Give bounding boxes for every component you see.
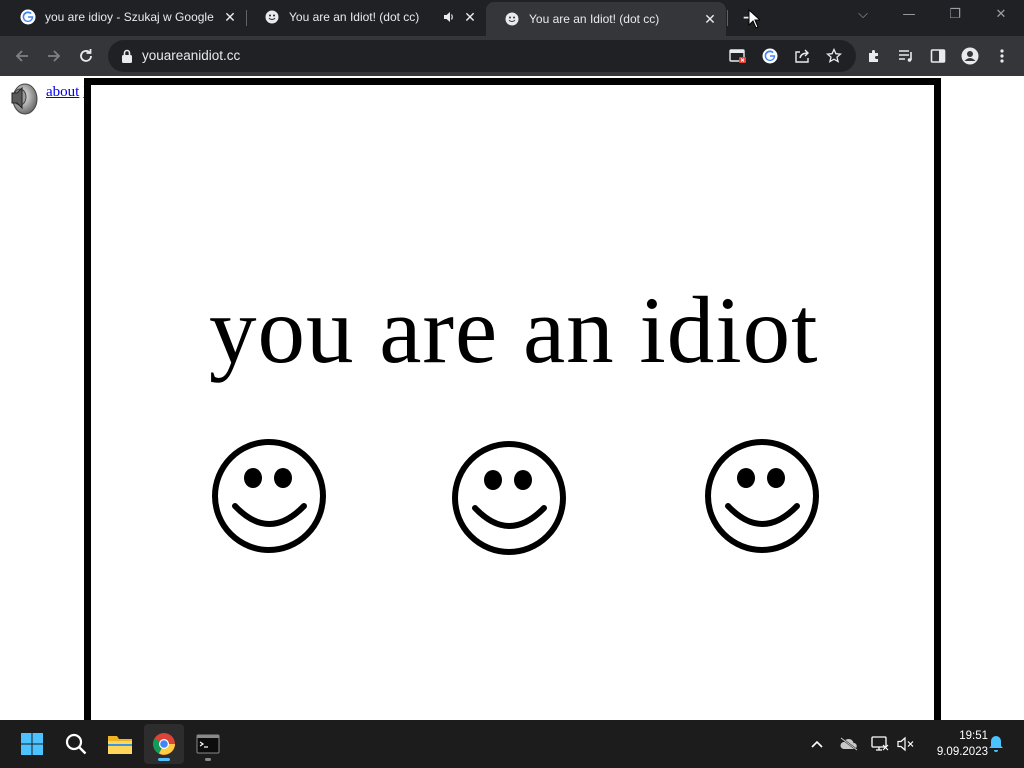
running-app-indicator	[205, 758, 211, 761]
tab-search-button[interactable]: ⌵	[840, 2, 886, 30]
media-control-button[interactable]	[893, 43, 919, 69]
search-icon	[65, 733, 87, 755]
clock-date: 9.09.2023	[936, 746, 988, 758]
notifications-button[interactable]	[986, 734, 1006, 754]
side-panel-icon	[930, 49, 946, 63]
profile-button[interactable]	[957, 43, 983, 69]
page-headline: you are an idiot	[209, 277, 819, 383]
search-button[interactable]	[56, 724, 96, 764]
speaker-icon[interactable]	[6, 82, 40, 116]
tab-title: You are an Idiot! (dot cc)	[529, 12, 660, 26]
file-explorer-icon	[108, 736, 132, 754]
bell-icon	[989, 736, 1003, 752]
arrow-left-icon	[15, 50, 28, 62]
smiley-icon	[504, 11, 520, 27]
cloud-offline-icon	[840, 737, 858, 751]
browser-toolbar: youareanidiot.cc	[0, 36, 1024, 76]
smiley-icon	[452, 441, 566, 555]
about-link[interactable]: about	[46, 84, 79, 100]
side-panel-button[interactable]	[925, 43, 951, 69]
profile-icon	[961, 47, 979, 65]
tray-overflow-button[interactable]	[807, 734, 827, 754]
speaker-icon[interactable]	[442, 10, 456, 24]
terminal-taskbar-button[interactable]	[188, 724, 228, 764]
address-bar[interactable]: youareanidiot.cc	[108, 40, 856, 72]
tab-title: you are idioy - Szukaj w Google	[45, 10, 214, 24]
smiley-icon	[212, 439, 326, 553]
page-viewport: aboutlegacysafe you are an idiot	[0, 76, 1024, 720]
tab-strip: you are idioy - Szukaj w Google ✕ You ar…	[0, 0, 1024, 36]
volume-tray-button[interactable]	[896, 734, 916, 754]
minimize-button[interactable]: —	[886, 2, 932, 30]
volume-muted-icon	[897, 736, 914, 752]
chevron-up-icon	[811, 740, 823, 748]
tab-separator	[727, 10, 728, 26]
back-button[interactable]	[9, 43, 35, 69]
arrow-right-icon	[48, 50, 61, 62]
menu-button[interactable]	[989, 43, 1015, 69]
share-icon[interactable]	[792, 46, 812, 66]
content-frame: you are an idiot	[84, 78, 941, 720]
restore-button[interactable]: ❐	[932, 2, 978, 30]
close-icon[interactable]: ✕	[221, 8, 239, 26]
start-icon	[21, 733, 43, 755]
windows-taskbar: 19:51 9.09.2023	[0, 720, 1024, 768]
chrome-icon	[153, 733, 175, 755]
kebab-menu-icon	[1000, 49, 1004, 63]
close-icon[interactable]: ✕	[461, 8, 479, 26]
puzzle-icon	[869, 50, 878, 62]
smiley-icon	[264, 9, 280, 25]
forward-button[interactable]	[41, 43, 67, 69]
clock-time: 19:51	[959, 730, 988, 742]
chrome-taskbar-button[interactable]	[144, 724, 184, 764]
close-window-button[interactable]: ✕	[978, 2, 1024, 30]
tab-idiot-1[interactable]: You are an Idiot! (dot cc) ✕	[246, 0, 486, 34]
bookmark-star-icon[interactable]	[824, 46, 844, 66]
reload-button[interactable]	[73, 43, 99, 69]
tab-title: You are an Idiot! (dot cc)	[289, 10, 420, 24]
tab-google-search[interactable]: you are idioy - Szukaj w Google ✕	[2, 0, 246, 34]
url-text[interactable]: youareanidiot.cc	[142, 48, 240, 63]
reload-icon	[80, 49, 92, 62]
onedrive-tray-button[interactable]	[839, 734, 859, 754]
terminal-icon	[196, 734, 220, 754]
extensions-button[interactable]	[861, 43, 887, 69]
tab-idiot-2-active[interactable]: You are an Idiot! (dot cc) ✕	[486, 2, 726, 36]
google-icon	[20, 9, 36, 25]
popup-blocked-icon[interactable]	[728, 46, 748, 66]
media-queue-icon	[899, 50, 912, 62]
smiley-icon	[705, 439, 819, 553]
active-app-indicator	[158, 758, 170, 761]
taskbar-clock[interactable]: 19:51 9.09.2023	[920, 728, 988, 760]
network-icon	[871, 736, 889, 751]
google-lens-icon[interactable]	[760, 46, 780, 66]
start-button[interactable]	[12, 724, 52, 764]
lock-icon[interactable]	[120, 48, 134, 64]
mouse-cursor-icon	[748, 9, 760, 29]
close-icon[interactable]: ✕	[701, 10, 719, 28]
network-tray-button[interactable]	[870, 734, 890, 754]
file-explorer-button[interactable]	[100, 724, 140, 764]
